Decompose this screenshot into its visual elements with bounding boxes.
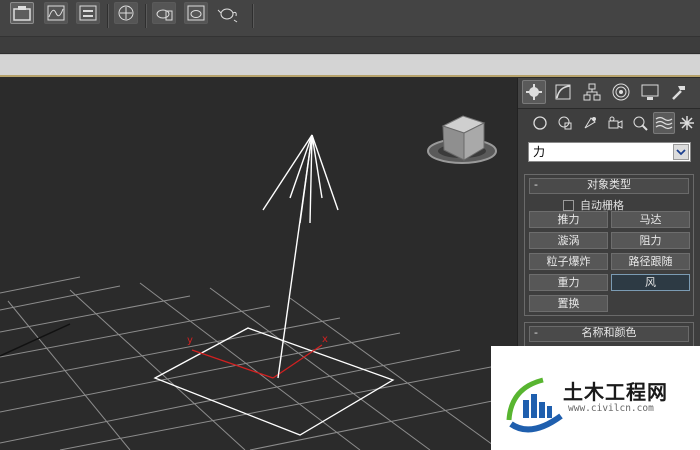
utilities-icon[interactable] <box>667 80 691 104</box>
material-editor-icon[interactable] <box>114 2 138 24</box>
rendered-frame-icon[interactable] <box>184 2 208 24</box>
site-url: www.civilcn.com <box>568 403 654 414</box>
perspective-viewport[interactable]: y x <box>0 78 517 450</box>
layer-manager-icon[interactable] <box>10 2 34 24</box>
pbomb-button[interactable]: 粒子爆炸 <box>529 253 608 270</box>
create-icon[interactable] <box>522 80 546 104</box>
render-setup-icon[interactable] <box>152 2 176 24</box>
vortex-button[interactable]: 漩涡 <box>529 232 608 249</box>
geometry-icon[interactable] <box>529 112 551 134</box>
ribbon-ruler <box>0 54 700 77</box>
y-axis-line <box>191 349 274 379</box>
y-axis-label: y <box>187 335 193 346</box>
secondary-strip <box>0 37 700 54</box>
helpers-icon[interactable] <box>629 112 651 134</box>
motion-icon[interactable] <box>609 80 633 104</box>
wind-button[interactable]: 风 <box>611 274 690 291</box>
cameras-icon[interactable] <box>604 112 626 134</box>
civilcn-logo-icon <box>506 377 563 433</box>
lights-icon[interactable] <box>579 112 601 134</box>
motor-button[interactable]: 马达 <box>611 211 690 228</box>
x-axis-label: x <box>322 334 328 345</box>
viewcube-icon <box>427 115 497 164</box>
viewport-scene: y x <box>0 115 517 450</box>
drag-button[interactable]: 阻力 <box>611 232 690 249</box>
object-type-rollout-header[interactable]: - 对象类型 <box>529 178 689 194</box>
object-type-rollout: - 对象类型 自动栅格 推力 马达 漩涡 阻力 粒子爆炸 路径跟随 重力 风 置… <box>524 174 694 316</box>
main-toolbar <box>0 0 700 37</box>
hierarchy-icon[interactable] <box>580 80 604 104</box>
display-icon[interactable] <box>638 80 662 104</box>
gravity-button[interactable]: 重力 <box>529 274 608 291</box>
schematic-view-icon[interactable] <box>76 2 100 24</box>
path-follow-button[interactable]: 路径跟随 <box>611 253 690 270</box>
home-grid <box>0 276 517 450</box>
watermark-logo: 土木工程网 www.civilcn.com <box>491 346 700 450</box>
command-panel-tabs <box>518 78 700 109</box>
systems-icon[interactable] <box>676 112 698 134</box>
category-dropdown[interactable]: 力 <box>528 142 691 162</box>
collapse-toggle[interactable]: - <box>534 327 538 339</box>
site-name: 土木工程网 <box>563 380 668 404</box>
displace-button[interactable]: 置换 <box>529 295 608 312</box>
name-color-title: 名称和颜色 <box>581 326 637 339</box>
category-dropdown-value: 力 <box>533 145 546 159</box>
curve-editor-icon[interactable] <box>44 2 68 24</box>
collapse-toggle[interactable]: - <box>534 179 538 191</box>
name-color-rollout-header[interactable]: - 名称和颜色 <box>529 326 689 342</box>
spacewarps-icon[interactable] <box>653 112 675 134</box>
object-type-title: 对象类型 <box>587 178 631 191</box>
render-teapot-icon[interactable] <box>216 2 240 24</box>
push-button[interactable]: 推力 <box>529 211 608 228</box>
create-category-tabs <box>518 112 700 138</box>
chevron-down-icon[interactable] <box>673 144 689 160</box>
shapes-icon[interactable] <box>554 112 576 134</box>
modify-icon[interactable] <box>551 80 575 104</box>
